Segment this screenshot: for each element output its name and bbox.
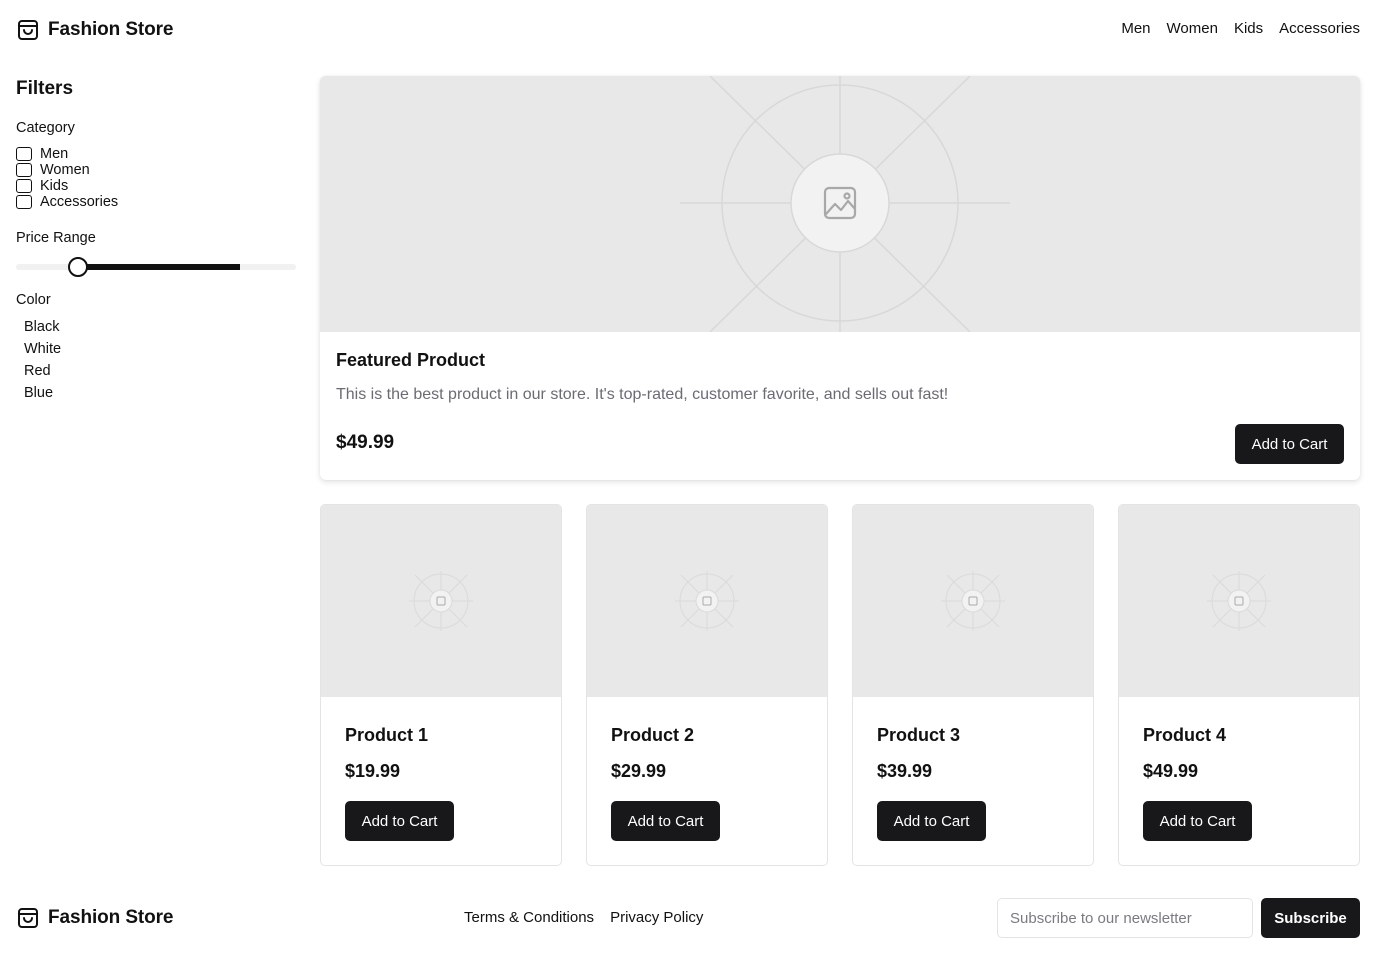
filters-title: Filters	[16, 78, 74, 99]
newsletter-email-input[interactable]	[997, 898, 1253, 938]
product-price: $19.99	[345, 761, 401, 781]
add-to-cart-button[interactable]: Add to Cart	[611, 801, 720, 841]
price-range-label: Price Range	[16, 230, 96, 246]
nav-link-women[interactable]: Women	[1167, 20, 1218, 37]
color-option-white[interactable]: White	[16, 338, 296, 360]
category-option-label: Women	[40, 162, 90, 178]
shopping-bag-icon	[18, 20, 38, 40]
brand-logo[interactable]: Fashion Store	[16, 17, 173, 43]
category-option-label: Men	[40, 146, 69, 162]
product-name: Product 2	[611, 725, 695, 745]
featured-product-price: $49.99	[336, 432, 395, 453]
category-checkbox-men[interactable]	[16, 147, 32, 161]
product-image	[1119, 505, 1359, 697]
category-checkbox-kids[interactable]	[16, 179, 32, 193]
image-placeholder-icon	[675, 571, 739, 631]
color-list: Black White Red Blue	[16, 316, 296, 404]
category-option-accessories[interactable]: Accessories	[16, 194, 296, 210]
shopping-bag-icon	[18, 908, 38, 928]
price-range-thumb[interactable]	[67, 257, 88, 277]
filters-sidebar: Filters Category Men Women Kids Accessor…	[16, 78, 296, 404]
product-price: $29.99	[611, 761, 667, 781]
subscribe-button[interactable]: Subscribe	[1261, 898, 1360, 938]
image-placeholder-icon	[409, 571, 473, 631]
product-image	[587, 505, 827, 697]
price-range-fill	[77, 264, 240, 270]
image-placeholder-icon	[1207, 571, 1271, 631]
product-card: Product 3 $39.99 Add to Cart	[852, 504, 1094, 866]
product-name: Product 4	[1143, 725, 1227, 745]
product-name: Product 3	[877, 725, 961, 745]
featured-product-description: This is the best product in our store. I…	[336, 386, 949, 403]
category-option-women[interactable]: Women	[16, 162, 296, 178]
category-option-men[interactable]: Men	[16, 146, 296, 162]
footer-brand-name: Fashion Store	[48, 907, 174, 928]
product-card: Product 4 $49.99 Add to Cart	[1118, 504, 1360, 866]
add-to-cart-button[interactable]: Add to Cart	[877, 801, 986, 841]
category-label: Category	[16, 120, 75, 136]
color-option-red[interactable]: Red	[16, 360, 296, 382]
privacy-link[interactable]: Privacy Policy	[610, 909, 703, 926]
category-option-kids[interactable]: Kids	[16, 178, 296, 194]
nav-link-men[interactable]: Men	[1121, 20, 1150, 37]
nav-link-accessories[interactable]: Accessories	[1279, 20, 1360, 37]
product-name: Product 1	[345, 725, 429, 745]
category-checkbox-women[interactable]	[16, 163, 32, 177]
product-image	[321, 505, 561, 697]
site-footer: Fashion Store Terms & Conditions Privacy…	[0, 890, 1376, 946]
nav-link-kids[interactable]: Kids	[1234, 20, 1263, 37]
footer-brand-logo[interactable]: Fashion Store	[16, 905, 173, 931]
product-price: $49.99	[1143, 761, 1199, 781]
footer-links: Terms & Conditions Privacy Policy	[464, 909, 703, 926]
image-placeholder-icon	[680, 76, 1010, 333]
product-card: Product 1 $19.99 Add to Cart	[320, 504, 562, 866]
price-range-slider[interactable]	[16, 256, 296, 277]
color-option-black[interactable]: Black	[16, 316, 296, 338]
featured-product-image	[320, 76, 1360, 333]
featured-add-to-cart-button[interactable]: Add to Cart	[1235, 424, 1344, 464]
terms-link[interactable]: Terms & Conditions	[464, 909, 594, 926]
color-label: Color	[16, 292, 51, 308]
category-checkbox-accessories[interactable]	[16, 195, 32, 209]
product-image	[853, 505, 1093, 697]
add-to-cart-button[interactable]: Add to Cart	[345, 801, 454, 841]
main-nav: Men Women Kids Accessories	[1121, 20, 1360, 37]
image-placeholder-icon	[941, 571, 1005, 631]
brand-name: Fashion Store	[48, 19, 174, 40]
category-option-label: Accessories	[40, 194, 119, 210]
site-header: Fashion Store Men Women Kids Accessories	[0, 0, 1376, 60]
featured-product-title: Featured Product	[336, 350, 486, 370]
add-to-cart-button[interactable]: Add to Cart	[1143, 801, 1252, 841]
product-price: $39.99	[877, 761, 933, 781]
color-option-blue[interactable]: Blue	[16, 382, 296, 404]
category-option-label: Kids	[40, 178, 69, 194]
category-list: Men Women Kids Accessories	[16, 146, 296, 210]
product-card: Product 2 $29.99 Add to Cart	[586, 504, 828, 866]
featured-product-card: Featured Product This is the best produc…	[320, 76, 1360, 480]
